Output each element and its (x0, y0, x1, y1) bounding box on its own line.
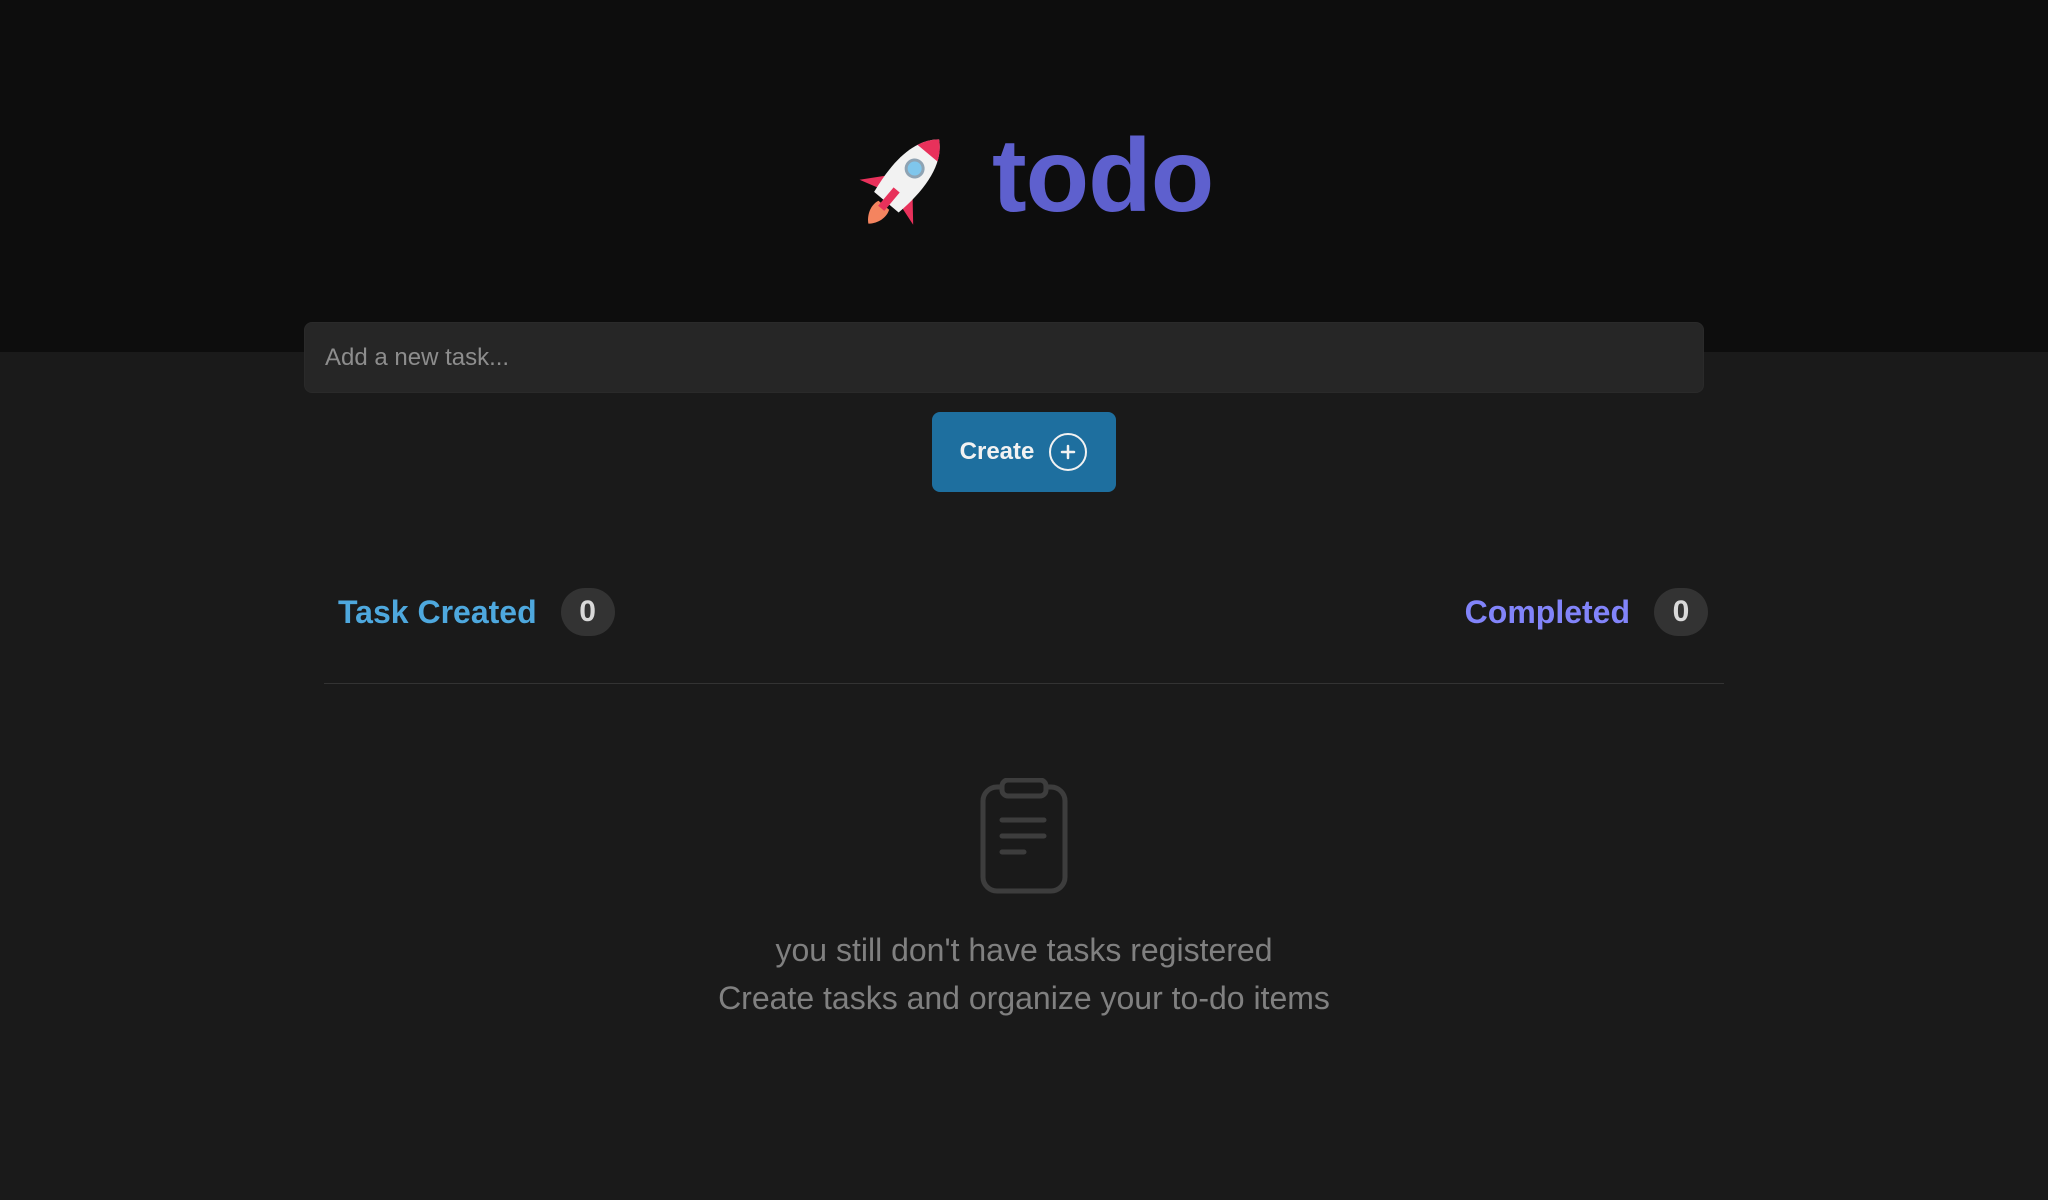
new-task-input[interactable] (304, 322, 1704, 393)
divider (324, 683, 1724, 684)
empty-state-title: you still don't have tasks registered (775, 932, 1273, 968)
rocket-icon (859, 139, 940, 225)
create-button[interactable]: Create (932, 412, 1116, 492)
create-button-label: Create (959, 438, 1035, 465)
clipboard-icon (980, 778, 1068, 894)
tasks-completed-stat: Completed 0 (1465, 586, 1708, 638)
tasks-created-label: Task Created (338, 593, 537, 630)
header: todo (0, 0, 2048, 352)
tasks-completed-count: 0 (1654, 588, 1708, 636)
tasks-created-stat: Task Created 0 (338, 586, 615, 638)
empty-state-subtitle: Create tasks and organize your to-do ite… (718, 980, 1330, 1016)
tasks-completed-label: Completed (1464, 593, 1630, 630)
app-title: todo (992, 118, 1214, 234)
tasks-created-count: 0 (560, 588, 615, 636)
logo: todo (850, 121, 1214, 235)
plus-circle-icon (1049, 433, 1088, 471)
